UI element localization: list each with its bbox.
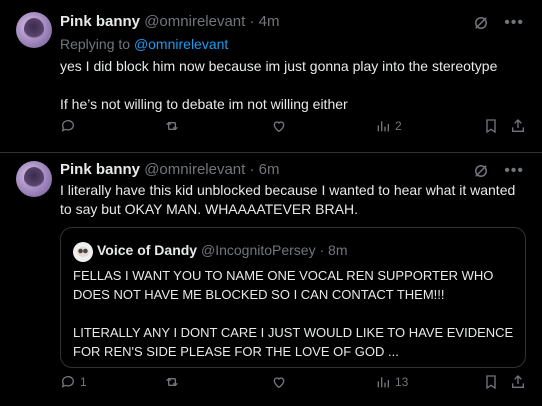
- header-icons: •••: [472, 14, 524, 32]
- share-button[interactable]: [510, 118, 526, 134]
- quoted-timestamp: 8m: [328, 242, 348, 258]
- views-count: 2: [395, 119, 402, 133]
- replying-to: Replying to @omnirelevant: [60, 36, 228, 52]
- avatar[interactable]: [16, 161, 52, 197]
- action-bar: 2: [60, 118, 526, 138]
- quoted-paragraph: FELLAS I WANT YOU TO NAME ONE VOCAL REN …: [73, 268, 494, 302]
- tweet[interactable]: Pink banny @omnirelevant · 4m ••• Replyi…: [0, 0, 542, 153]
- replying-to-label: Replying to: [60, 36, 131, 52]
- bookmark-button[interactable]: [483, 118, 499, 134]
- like-icon: [273, 377, 285, 389]
- tweet-header: Pink banny @omnirelevant · 6m: [60, 161, 280, 178]
- separator-dot: ·: [249, 13, 255, 30]
- header-icons: •••: [472, 162, 524, 180]
- views-icon: [377, 377, 389, 388]
- tweet-text-line: If he’s not willing to debate im not wil…: [60, 96, 348, 112]
- more-icon[interactable]: •••: [504, 163, 524, 179]
- timestamp[interactable]: 6m: [259, 161, 280, 178]
- replying-to-handle[interactable]: @omnirelevant: [134, 36, 228, 52]
- avatar[interactable]: [16, 12, 52, 48]
- reply-count: 1: [80, 375, 87, 389]
- separator-dot: ·: [319, 242, 325, 258]
- repost-button[interactable]: [164, 118, 184, 134]
- display-name[interactable]: Pink banny: [60, 161, 140, 178]
- reply-button[interactable]: 1: [60, 374, 87, 390]
- quoted-tweet[interactable]: Voice of Dandy @IncognitoPersey · 8m FEL…: [60, 227, 526, 368]
- repost-button[interactable]: [164, 374, 184, 390]
- quoted-paragraph: LITERALLY ANY I DONT CARE I JUST WOULD L…: [73, 325, 514, 359]
- tweet[interactable]: Pink banny @omnirelevant · 6m ••• I lite…: [0, 153, 542, 406]
- bookmark-button[interactable]: [483, 374, 499, 390]
- reply-icon: [61, 120, 74, 132]
- reply-icon: [61, 376, 74, 388]
- like-button[interactable]: [271, 374, 291, 390]
- like-button[interactable]: [271, 118, 291, 134]
- separator-dot: ·: [249, 161, 255, 178]
- action-bar: 1 13: [60, 374, 526, 394]
- repost-icon: [166, 377, 178, 387]
- grok-icon[interactable]: [472, 162, 490, 180]
- like-icon: [273, 121, 285, 133]
- quoted-text: FELLAS I WANT YOU TO NAME ONE VOCAL REN …: [73, 266, 518, 361]
- timestamp[interactable]: 4m: [259, 13, 280, 30]
- tweet-text: yes I did block him now because im just …: [60, 57, 520, 114]
- tweet-text: I literally have this kid unblocked beca…: [60, 182, 516, 217]
- reply-button[interactable]: [60, 118, 80, 134]
- quoted-header: Voice of Dandy @IncognitoPersey · 8m: [97, 242, 348, 258]
- views-button[interactable]: 13: [375, 374, 408, 390]
- handle[interactable]: @omnirelevant: [144, 161, 245, 178]
- display-name[interactable]: Pink banny: [60, 13, 140, 30]
- more-icon[interactable]: •••: [504, 15, 524, 31]
- grok-icon[interactable]: [472, 14, 490, 32]
- quoted-avatar[interactable]: [73, 242, 93, 262]
- bookmark-icon: [486, 375, 496, 390]
- quoted-handle: @IncognitoPersey: [200, 242, 316, 258]
- share-icon: [512, 375, 524, 388]
- share-icon: [512, 119, 524, 132]
- quoted-display-name: Voice of Dandy: [97, 242, 198, 258]
- views-button[interactable]: 2: [375, 118, 402, 134]
- bookmark-icon: [486, 119, 496, 134]
- repost-icon: [166, 121, 178, 131]
- tweet-header: Pink banny @omnirelevant · 4m: [60, 13, 280, 30]
- views-icon: [377, 121, 389, 132]
- share-button[interactable]: [510, 374, 526, 390]
- handle[interactable]: @omnirelevant: [144, 13, 245, 30]
- tweet-text-line: yes I did block him now because im just …: [60, 58, 498, 74]
- views-count: 13: [395, 375, 409, 389]
